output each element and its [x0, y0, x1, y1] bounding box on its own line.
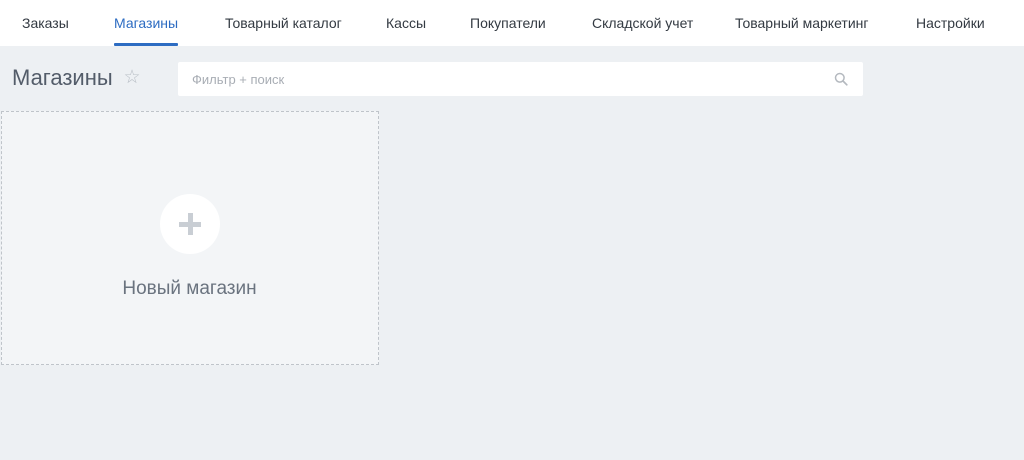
new-store-card[interactable]: Новый магазин [1, 111, 379, 365]
tab-settings[interactable]: Настройки [916, 0, 985, 46]
tab-product-marketing[interactable]: Товарный маркетинг [735, 0, 868, 46]
search-input[interactable] [178, 62, 818, 96]
favorite-star-icon[interactable]: ☆ [122, 66, 142, 90]
tab-inventory[interactable]: Складской учет [592, 0, 693, 46]
new-store-label: Новый магазин [122, 278, 257, 299]
tab-stores[interactable]: Магазины [114, 0, 179, 46]
tab-product-catalog[interactable]: Товарный каталог [225, 0, 342, 46]
page-title: Магазины [12, 65, 113, 90]
search-icon[interactable] [834, 72, 848, 86]
plus-icon[interactable] [160, 194, 220, 254]
tab-customers[interactable]: Покупатели [470, 0, 546, 46]
search-box [178, 62, 863, 96]
tab-orders[interactable]: Заказы [22, 0, 69, 46]
top-navigation: Заказы Магазины Товарный каталог Кассы П… [0, 0, 1024, 46]
tab-cash-registers[interactable]: Кассы [386, 0, 426, 46]
